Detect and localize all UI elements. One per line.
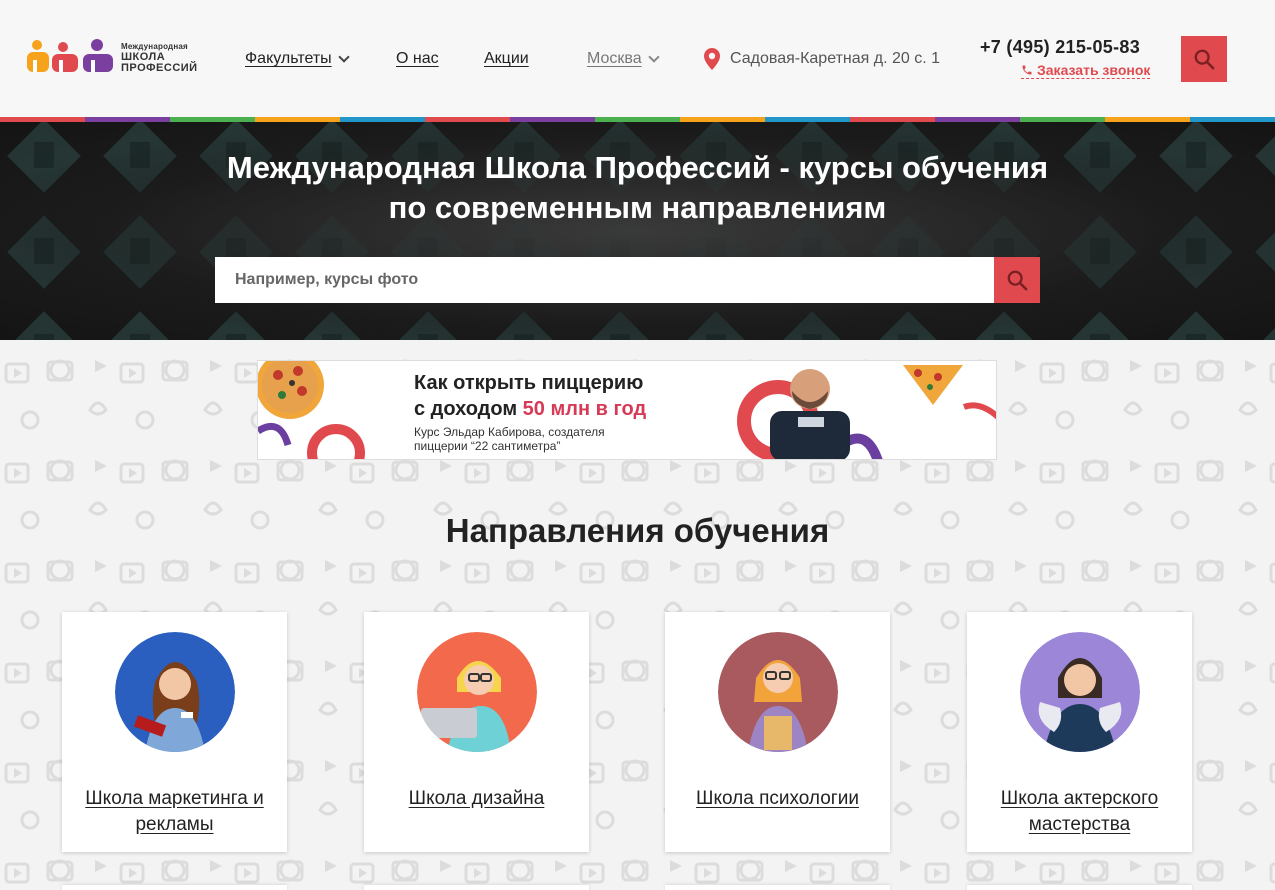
card-stub: [62, 885, 287, 890]
hero-title: Международная Школа Профессий - курсы об…: [0, 148, 1275, 228]
header-search-button[interactable]: [1181, 36, 1227, 82]
city-label: Москва: [587, 50, 642, 67]
search-icon: [1007, 270, 1028, 291]
card-label: Школа психологии: [696, 788, 859, 809]
course-card-marketing[interactable]: Школа маркетинга и рекламы: [62, 612, 287, 852]
avatar: [718, 632, 838, 752]
banner-sub-line-1: Курс Эльдар Кабирова, создателя: [414, 425, 605, 439]
callback-label: Заказать звонок: [1037, 62, 1151, 78]
logo-line-3: ПРОФЕССИЙ: [121, 61, 198, 74]
chevron-down-icon: [647, 50, 660, 63]
banner-sub-line-2: пиццерии “22 сантиметра”: [414, 439, 561, 453]
nav-about[interactable]: О нас: [396, 50, 439, 68]
city-selector[interactable]: Москва: [587, 50, 660, 68]
hero-section: Международная Школа Профессий - курсы об…: [0, 122, 1275, 340]
nav-promotions-label: Акции: [484, 50, 529, 67]
course-card-psychology[interactable]: Школа психологии: [665, 612, 890, 852]
site-header: Международная ШКОЛА ПРОФЕССИЙ Факультеты…: [0, 0, 1275, 117]
search-icon: [1194, 49, 1215, 70]
banner-headline-accent: 50 млн в год: [522, 398, 647, 420]
nav-promotions[interactable]: Акции: [484, 50, 529, 68]
banner-headline-line-2: с доходом 50 млн в год: [414, 396, 646, 422]
nav-faculties[interactable]: Факультеты: [245, 50, 350, 68]
nav-about-label: О нас: [396, 50, 439, 67]
hero-search-form: [215, 257, 1040, 303]
section-title: Направления обучения: [445, 512, 830, 549]
hero-title-line-1: Международная Школа Профессий - курсы об…: [226, 150, 1049, 185]
card-stub: [364, 885, 589, 890]
chevron-down-icon: [337, 50, 350, 63]
card-stub: [665, 885, 890, 890]
avatar: [1020, 632, 1140, 752]
address: Садовая-Каретная д. 20 с. 1: [704, 48, 940, 70]
banner-subtext: Курс Эльдар Кабирова, создателя пиццерии…: [414, 425, 654, 453]
callback-link[interactable]: Заказать звонок: [1021, 62, 1151, 79]
hero-search-input[interactable]: [215, 257, 994, 303]
course-card-design[interactable]: Школа дизайна: [364, 612, 589, 852]
address-text: Садовая-Каретная д. 20 с. 1: [730, 50, 940, 67]
course-card-acting[interactable]: Школа актерского мастерства: [967, 612, 1192, 852]
banner-headline: Как открыть пиццерию с доходом 50 млн в …: [414, 370, 646, 422]
logo-text: Международная ШКОЛА ПРОФЕССИЙ: [121, 41, 216, 74]
phone-icon: [1022, 65, 1032, 75]
card-stub: [967, 885, 1192, 890]
phone-number[interactable]: +7 (495) 215-05-83: [980, 37, 1140, 58]
avatar: [417, 632, 537, 752]
card-label: Школа дизайна: [408, 788, 545, 809]
hero-search-button[interactable]: [994, 257, 1040, 303]
site-logo[interactable]: Международная ШКОЛА ПРОФЕССИЙ: [27, 37, 217, 77]
card-label: Школа маркетинга и рекламы: [85, 788, 264, 835]
main-content: Как открыть пиццерию с доходом 50 млн в …: [0, 340, 1275, 890]
logo-line-1: Международная: [121, 41, 188, 51]
nav-faculties-label: Факультеты: [245, 50, 332, 67]
map-pin-icon: [704, 48, 720, 70]
banner-headline-line-1: Как открыть пиццерию: [414, 372, 644, 394]
logo-line-2: ШКОЛА: [121, 50, 166, 63]
card-label: Школа актерского мастерства: [1000, 788, 1159, 835]
promo-banner[interactable]: Как открыть пиццерию с доходом 50 млн в …: [257, 360, 997, 460]
logo-icon: [27, 38, 117, 76]
avatar: [115, 632, 235, 752]
hero-title-line-2: по современным направлениям: [388, 190, 887, 225]
banner-headline-prefix: с доходом: [414, 398, 523, 420]
